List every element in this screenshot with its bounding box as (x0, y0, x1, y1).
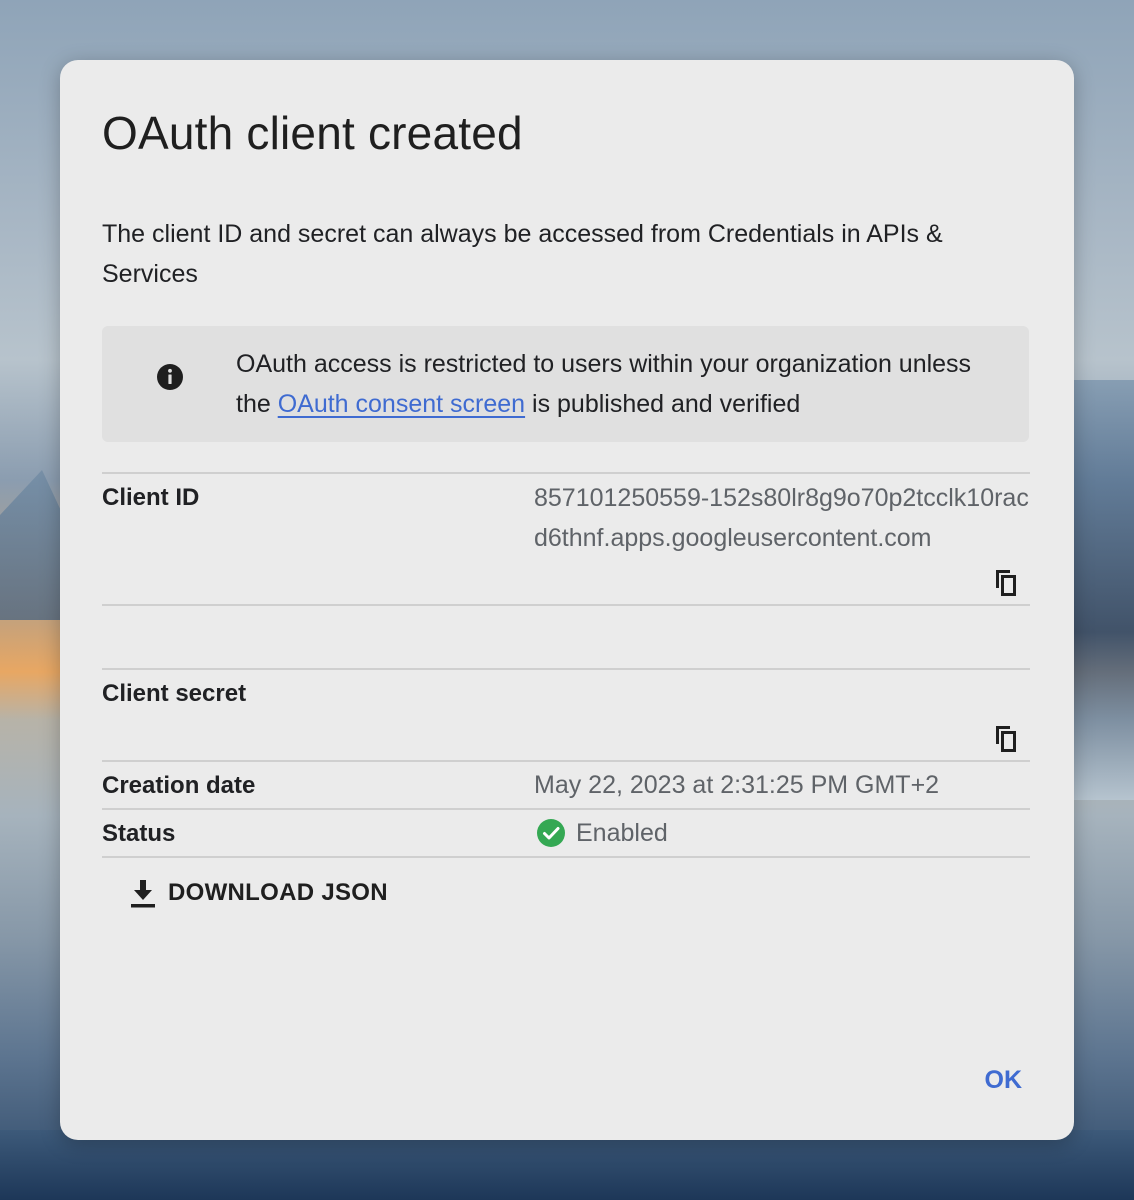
client-secret-label: Client secret (102, 680, 247, 707)
oauth-restriction-notice: OAuth access is restricted to users with… (102, 326, 1029, 442)
client-id-value: 857101250559-152s80lr8g9o70p2tcclk10racd… (534, 484, 1029, 552)
copy-client-secret-button[interactable] (990, 722, 1022, 754)
divider (102, 856, 1030, 858)
divider (102, 808, 1030, 810)
divider (102, 668, 1030, 670)
notice-text-after: is published and verified (525, 390, 801, 418)
oauth-consent-screen-link[interactable]: OAuth consent screen (278, 390, 525, 418)
background-water (0, 1130, 1134, 1200)
dialog-title: OAuth client created (102, 107, 523, 159)
info-icon (157, 364, 183, 390)
background-mountain-right (1064, 380, 1134, 800)
notice-text: OAuth access is restricted to users with… (236, 344, 996, 424)
dialog-description: The client ID and secret can always be a… (102, 220, 943, 288)
divider (102, 472, 1030, 474)
copy-icon (996, 726, 1016, 752)
creation-date-value: May 22, 2023 at 2:31:25 PM GMT+2 (534, 771, 940, 799)
status-text: Enabled (576, 818, 668, 847)
status-label: Status (102, 820, 176, 847)
download-icon (131, 880, 155, 908)
download-json-button[interactable]: DOWNLOAD JSON (130, 878, 388, 908)
divider (102, 760, 1030, 762)
copy-client-id-button[interactable] (990, 566, 1022, 598)
status-value: Enabled (536, 818, 668, 848)
download-json-label: DOWNLOAD JSON (168, 879, 388, 906)
ok-button[interactable]: OK (985, 1066, 1023, 1095)
oauth-client-created-dialog: OAuth client created The client ID and s… (60, 60, 1074, 1140)
creation-date-label: Creation date (102, 772, 256, 799)
divider (102, 604, 1030, 606)
copy-icon (996, 570, 1016, 596)
check-circle-icon (537, 819, 565, 847)
client-id-label: Client ID (102, 484, 200, 511)
